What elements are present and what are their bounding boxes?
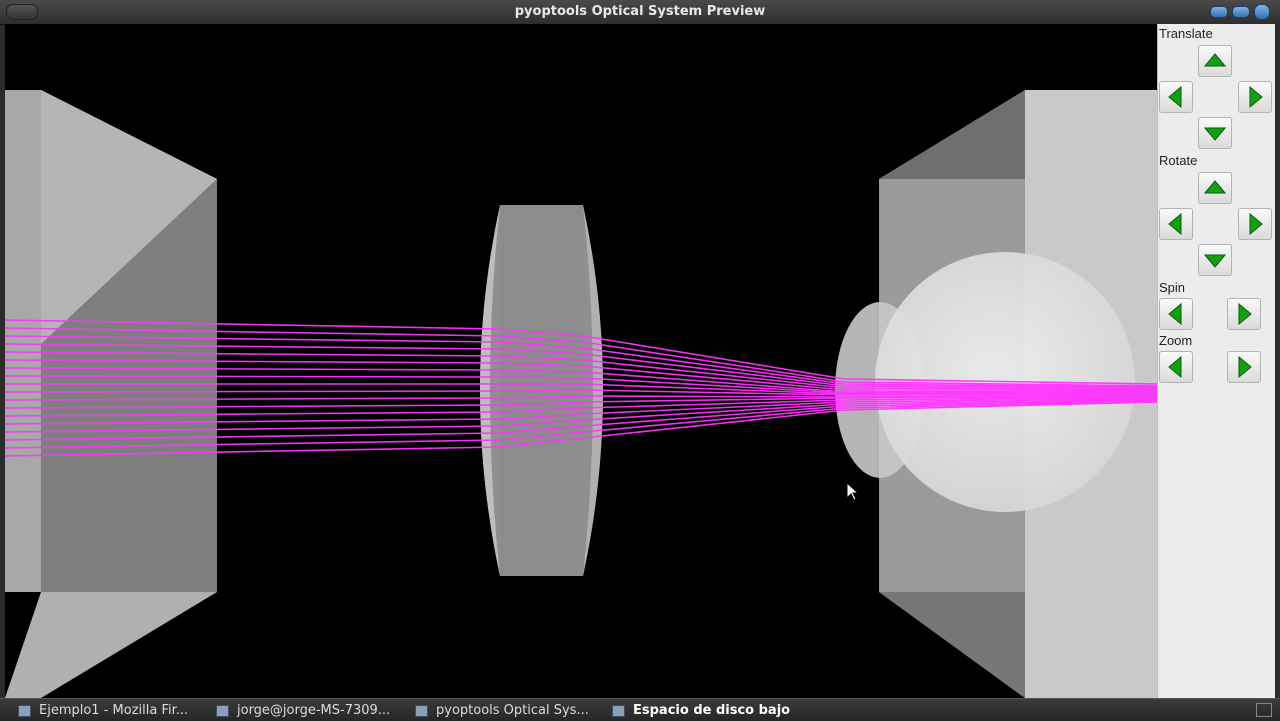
- spin-left-button[interactable]: [1159, 298, 1193, 330]
- translate-down-button[interactable]: [1198, 117, 1232, 149]
- taskbar-item-firefox[interactable]: Ejemplo1 - Mozilla Fir...: [18, 701, 198, 721]
- window-border: [1275, 24, 1280, 698]
- show-desktop-button[interactable]: [1256, 703, 1272, 717]
- arrow-down-icon: [1204, 254, 1226, 268]
- taskbar-item-disk-warning[interactable]: Espacio de disco bajo: [612, 701, 802, 721]
- taskbar-item-label: pyoptools Optical Sys...: [436, 703, 589, 718]
- translate-label: Translate: [1159, 26, 1213, 41]
- arrow-left-icon: [1168, 86, 1182, 108]
- taskbar-item-pyoptools[interactable]: pyoptools Optical Sys...: [415, 701, 600, 721]
- taskbar-item-terminal[interactable]: jorge@jorge-MS-7309...: [216, 701, 402, 721]
- zoom-in-button[interactable]: [1227, 351, 1261, 383]
- firefox-icon: [18, 704, 31, 717]
- title-bar: pyoptools Optical System Preview: [0, 0, 1280, 25]
- zoom-label: Zoom: [1159, 333, 1193, 348]
- left-prism: [5, 90, 217, 698]
- zoom-out-button[interactable]: [1159, 351, 1193, 383]
- terminal-icon: [216, 704, 229, 717]
- disk-icon: [612, 704, 625, 717]
- spin-label: Spin: [1159, 280, 1186, 295]
- window-controls: [1210, 4, 1270, 20]
- translate-up-button[interactable]: [1198, 45, 1232, 77]
- controls-panel: Translate Rotate Spin Zoom: [1157, 24, 1275, 698]
- rotate-left-button[interactable]: [1159, 208, 1193, 240]
- arrow-right-icon: [1238, 356, 1252, 378]
- arrow-right-icon: [1238, 303, 1252, 325]
- rotate-label: Rotate: [1159, 153, 1198, 168]
- optical-scene: [5, 90, 1157, 698]
- close-button[interactable]: [1254, 4, 1270, 20]
- taskbar: Ejemplo1 - Mozilla Fir... jorge@jorge-MS…: [0, 698, 1280, 721]
- arrow-up-icon: [1204, 53, 1226, 67]
- arrow-down-icon: [1204, 127, 1226, 141]
- maximize-button[interactable]: [1232, 6, 1250, 18]
- mouse-cursor-icon: [846, 481, 860, 501]
- arrow-left-icon: [1168, 356, 1182, 378]
- arrow-up-icon: [1204, 180, 1226, 194]
- window-icon: [415, 704, 428, 717]
- arrow-right-icon: [1249, 213, 1263, 235]
- taskbar-item-label: Espacio de disco bajo: [633, 703, 791, 718]
- window-title: pyoptools Optical System Preview: [514, 4, 766, 19]
- translate-left-button[interactable]: [1159, 81, 1193, 113]
- rotate-down-button[interactable]: [1198, 244, 1232, 276]
- translate-right-button[interactable]: [1238, 81, 1272, 113]
- rotate-up-button[interactable]: [1198, 172, 1232, 204]
- spin-right-button[interactable]: [1227, 298, 1261, 330]
- arrow-left-icon: [1168, 303, 1182, 325]
- rotate-right-button[interactable]: [1238, 208, 1272, 240]
- arrow-right-icon: [1249, 86, 1263, 108]
- minimize-button[interactable]: [1210, 6, 1228, 18]
- arrow-left-icon: [1168, 213, 1182, 235]
- taskbar-item-label: jorge@jorge-MS-7309...: [237, 703, 391, 718]
- taskbar-item-label: Ejemplo1 - Mozilla Fir...: [39, 703, 189, 718]
- 3d-viewport[interactable]: [5, 24, 1157, 698]
